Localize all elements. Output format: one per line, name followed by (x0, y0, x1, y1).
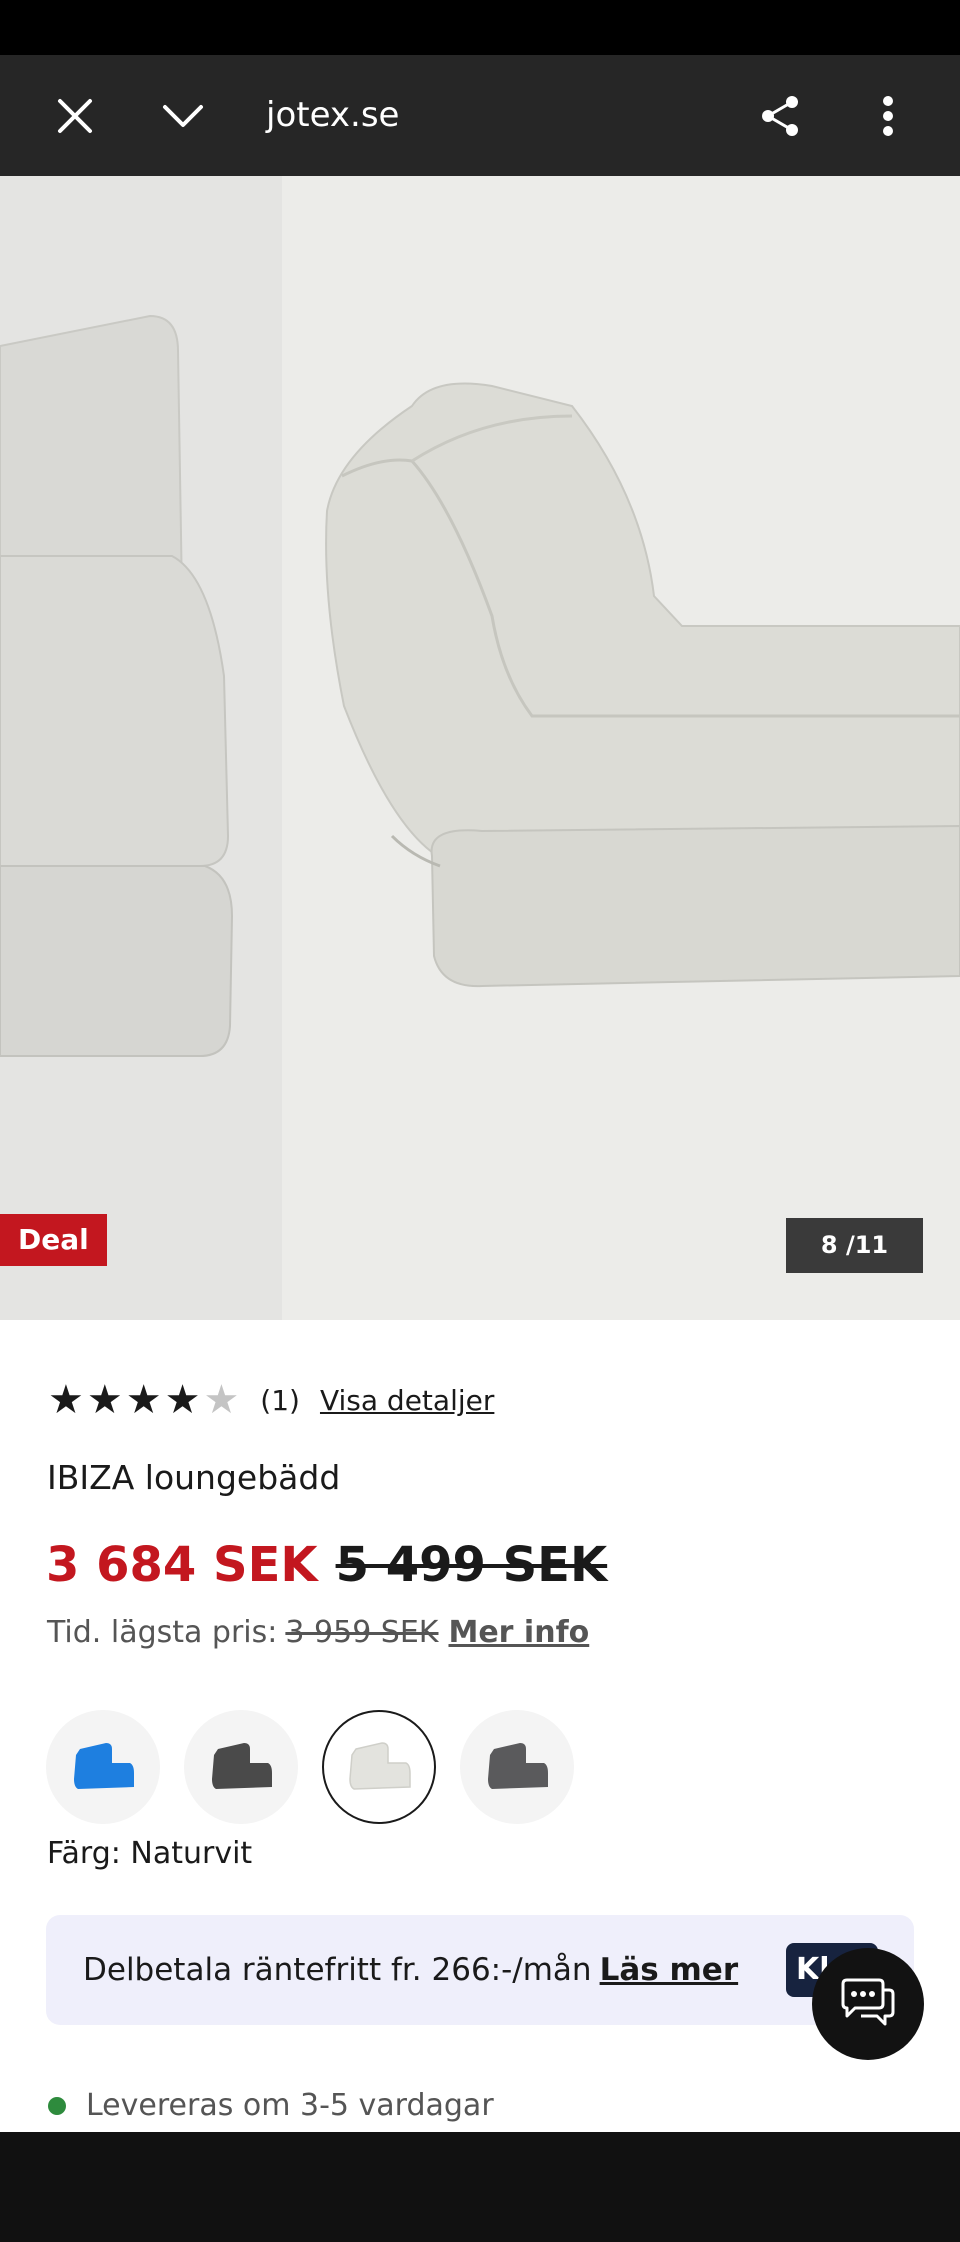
status-bar (0, 0, 960, 55)
chat-icon (841, 1978, 895, 2026)
product-image-gallery[interactable]: Deal 8 /11 (0, 176, 960, 1320)
lowest-price-value: 3 959 SEK (285, 1615, 439, 1650)
close-button[interactable] (40, 55, 110, 176)
delivery-info: Levereras om 3-5 vardagar (48, 2088, 494, 2123)
product-rating: ★ ★ ★ ★ ★ (1) Visa detaljer (48, 1378, 494, 1422)
original-price: 5 499 SEK (335, 1537, 608, 1593)
lowest-price-info: Tid. lägsta pris: 3 959 SEK Mer info (47, 1615, 589, 1650)
klarna-banner: Delbetala räntefritt fr. 266:-/mån Läs me… (46, 1915, 914, 2025)
swatch-dark-grey[interactable] (184, 1710, 298, 1824)
star-filled-icon: ★ (86, 1377, 123, 1423)
chat-button[interactable] (812, 1948, 924, 2060)
product-title: IBIZA loungebädd (47, 1458, 341, 1497)
review-count: (1) (260, 1383, 300, 1417)
close-icon (58, 98, 92, 133)
lowest-price-label: Tid. lägsta pris: (47, 1615, 278, 1650)
current-price: 3 684 SEK (46, 1537, 318, 1593)
browser-toolbar: jotex.se (0, 55, 960, 176)
swatch-grey[interactable] (460, 1710, 574, 1824)
star-filled-icon: ★ (125, 1377, 162, 1423)
lounger-thumbnail (74, 1743, 134, 1789)
lounger-thumbnail (349, 1742, 411, 1790)
more-info-link[interactable]: Mer info (448, 1615, 589, 1650)
lounger-thumbnail (488, 1743, 548, 1789)
delivery-text: Levereras om 3-5 vardagar (86, 2088, 494, 2123)
star-filled-icon: ★ (164, 1377, 201, 1423)
in-stock-dot-icon (48, 2096, 66, 2115)
share-button[interactable] (748, 55, 812, 176)
url-text[interactable]: jotex.se (266, 55, 399, 176)
read-more-link[interactable]: Läs mer (600, 1952, 739, 1988)
color-swatches (46, 1710, 598, 1824)
swatch-blue[interactable] (46, 1710, 160, 1824)
star-filled-icon: ★ (48, 1377, 84, 1423)
previous-product-image[interactable] (0, 176, 282, 1320)
view-details-link[interactable]: Visa detaljer (320, 1384, 494, 1417)
share-icon (762, 95, 798, 136)
current-product-image[interactable] (282, 176, 960, 1320)
deal-badge: Deal (0, 1214, 107, 1266)
lounger-image-front (325, 382, 960, 988)
system-navigation-bar (0, 2132, 960, 2242)
more-vert-icon (883, 95, 893, 136)
minimize-button[interactable] (148, 55, 218, 176)
star-empty-icon: ★ (203, 1377, 240, 1423)
swatch-natural-white[interactable] (322, 1710, 436, 1824)
more-options-button[interactable] (858, 55, 918, 176)
lounger-image-side (0, 314, 234, 1057)
klarna-text-row: Delbetala räntefritt fr. 266:-/mån Läs me… (83, 1915, 738, 2025)
lounger-thumbnail (212, 1743, 272, 1789)
klarna-text: Delbetala räntefritt fr. 266:-/mån (83, 1952, 592, 1988)
chevron-down-icon (163, 104, 203, 127)
image-counter: 8 /11 (786, 1218, 923, 1273)
color-label: Färg: Naturvit (47, 1836, 253, 1871)
price-row: 3 684 SEK 5 499 SEK (46, 1537, 607, 1593)
